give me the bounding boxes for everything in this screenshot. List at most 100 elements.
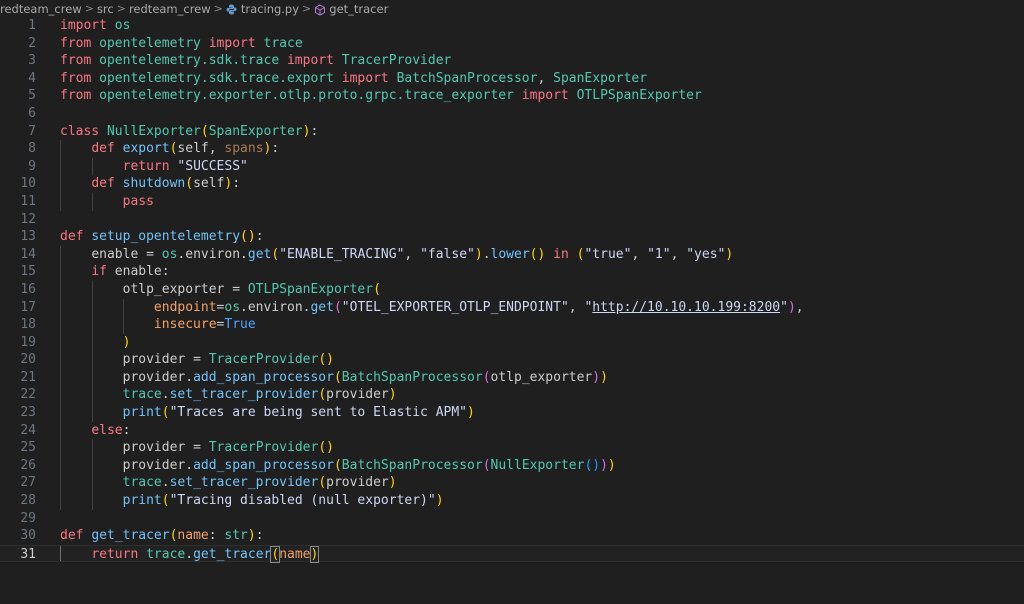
python-file-icon: [226, 4, 237, 15]
line-number: 17: [20, 299, 36, 315]
code-line[interactable]: 1 import os: [0, 17, 1024, 35]
code-line[interactable]: 7 class NullExporter(SpanExporter):: [0, 123, 1024, 141]
breadcrumb-item-project[interactable]: redteam_crew: [0, 2, 82, 16]
line-number: 1: [28, 18, 36, 33]
code-line[interactable]: 11 pass: [0, 192, 1024, 211]
method-symbol-icon: [314, 3, 326, 16]
line-number: 27: [20, 475, 36, 491]
code-line[interactable]: 5 from opentelemetry.exporter.otlp.proto.…: [0, 87, 1024, 105]
line-number: 12: [20, 211, 36, 227]
line-text: ): [122, 334, 131, 350]
line-text: endpoint=os.environ.get("OTEL_EXPORTER_O…: [153, 299, 804, 315]
breadcrumb-separator: >: [116, 2, 126, 15]
line-number: 11: [20, 193, 36, 209]
breadcrumb-separator: >: [84, 2, 94, 15]
code-line[interactable]: 26 provider.add_span_processor(BatchSpan…: [0, 456, 1024, 475]
code-line[interactable]: 16 otlp_exporter = OTLPSpanExporter(: [0, 280, 1024, 299]
line-number: 6: [28, 105, 36, 121]
line-number: 8: [28, 141, 36, 157]
line-text: def shutdown(self):: [91, 176, 241, 192]
line-text: return trace.get_tracer(name): [91, 545, 320, 563]
line-number: 9: [28, 158, 36, 174]
line-text: import os: [60, 18, 131, 33]
line-text: from opentelemetry.exporter.otlp.proto.g…: [60, 88, 702, 104]
code-area[interactable]: 1 import os 2 from opentelemetry import tr…: [0, 17, 1024, 563]
line-number: 21: [20, 369, 36, 385]
breadcrumb: redteam_crew > src > redteam_crew > trac…: [0, 0, 1024, 17]
line-number: 13: [20, 229, 36, 245]
line-number: 5: [28, 88, 36, 104]
line-text: otlp_exporter = OTLPSpanExporter(: [122, 281, 381, 297]
code-editor[interactable]: redteam_crew > src > redteam_crew > trac…: [0, 0, 1024, 604]
code-line[interactable]: 13 def setup_opentelemetry():: [0, 228, 1024, 246]
line-text: def setup_opentelemetry():: [60, 229, 264, 245]
line-number: 26: [20, 457, 36, 473]
line-number: 14: [20, 246, 36, 262]
line-text: provider.add_span_processor(BatchSpanPro…: [122, 457, 616, 473]
line-number: 25: [20, 440, 36, 456]
code-line[interactable]: 24 else:: [0, 421, 1024, 440]
breadcrumb-separator: >: [213, 2, 223, 15]
code-line[interactable]: 8 def export(self, spans):: [0, 140, 1024, 158]
breadcrumb-item-package[interactable]: redteam_crew: [129, 2, 211, 16]
code-line[interactable]: 17 endpoint=os.environ.get("OTEL_EXPORTE…: [0, 298, 1024, 317]
code-line[interactable]: 29: [0, 510, 1024, 528]
line-number: 16: [20, 281, 36, 297]
line-number: 15: [20, 264, 36, 280]
line-text: insecure=True: [153, 317, 256, 333]
code-line[interactable]: 3 from opentelemetry.sdk.trace import Tra…: [0, 52, 1024, 70]
breadcrumb-item-symbol[interactable]: get_tracer: [329, 2, 388, 16]
line-number: 10: [20, 176, 36, 192]
line-number: 24: [20, 422, 36, 438]
line-number: 7: [28, 123, 36, 139]
line-number: 19: [20, 334, 36, 350]
line-number: 3: [28, 53, 36, 69]
code-line[interactable]: 27 trace.set_tracer_provider(provider): [0, 474, 1024, 493]
code-line[interactable]: 21 provider.add_span_processor(BatchSpan…: [0, 368, 1024, 387]
code-line[interactable]: 22 trace.set_tracer_provider(provider): [0, 386, 1024, 405]
code-line[interactable]: 15 if enable:: [0, 263, 1024, 281]
line-text: print("Traces are being sent to Elastic …: [122, 405, 475, 421]
line-text: provider = TracerProvider(): [122, 440, 334, 456]
line-number: 20: [20, 352, 36, 368]
code-line[interactable]: 12: [0, 211, 1024, 229]
text-cursor: [318, 546, 320, 562]
code-line[interactable]: 30 def get_tracer(name: str):: [0, 527, 1024, 545]
line-number: 23: [20, 405, 36, 421]
code-line[interactable]: 25 provider = TracerProvider(): [0, 439, 1024, 457]
code-line[interactable]: 28 print("Tracing disabled (null exporte…: [0, 492, 1024, 510]
line-number: 2: [28, 35, 36, 51]
code-line[interactable]: 14 enable = os.environ.get("ENABLE_TRACI…: [0, 245, 1024, 264]
line-text: enable = os.environ.get("ENABLE_TRACING"…: [91, 246, 734, 262]
code-line-current[interactable]: 31 return trace.get_tracer(name): [0, 544, 1024, 563]
line-number: 28: [20, 493, 36, 509]
code-line[interactable]: 20 provider = TracerProvider(): [0, 351, 1024, 369]
line-number: 4: [28, 70, 36, 86]
code-line[interactable]: 18 insecure=True: [0, 316, 1024, 334]
line-text: print("Tracing disabled (null exporter)"…: [122, 493, 444, 509]
code-line[interactable]: 23 print("Traces are being sent to Elast…: [0, 404, 1024, 422]
line-text: provider = TracerProvider(): [122, 352, 334, 368]
code-line[interactable]: 19 ): [0, 333, 1024, 352]
code-line[interactable]: 9 return "SUCCESS": [0, 157, 1024, 176]
line-text: from opentelemetry import trace: [60, 35, 303, 51]
line-text: provider.add_span_processor(BatchSpanPro…: [122, 369, 608, 385]
code-line[interactable]: 2 from opentelemetry import trace: [0, 35, 1024, 53]
line-number: 29: [20, 510, 36, 526]
line-text: return "SUCCESS": [122, 158, 248, 174]
breadcrumb-item-file[interactable]: tracing.py: [241, 2, 299, 16]
code-line[interactable]: 6: [0, 105, 1024, 123]
breadcrumb-item-src[interactable]: src: [97, 2, 114, 16]
code-line[interactable]: 10 def shutdown(self):: [0, 175, 1024, 193]
breadcrumb-separator: >: [302, 2, 312, 15]
line-number: 18: [20, 317, 36, 333]
line-text: from opentelemetry.sdk.trace.export impo…: [60, 70, 648, 86]
line-text: if enable:: [91, 264, 170, 280]
line-number: 31: [20, 546, 36, 562]
line-text: pass: [122, 193, 154, 209]
line-text: trace.set_tracer_provider(provider): [122, 387, 397, 403]
line-text: from opentelemetry.sdk.trace import Trac…: [60, 53, 452, 69]
line-number: 30: [20, 528, 36, 544]
line-text: class NullExporter(SpanExporter):: [60, 123, 319, 139]
code-line[interactable]: 4 from opentelemetry.sdk.trace.export imp…: [0, 70, 1024, 88]
